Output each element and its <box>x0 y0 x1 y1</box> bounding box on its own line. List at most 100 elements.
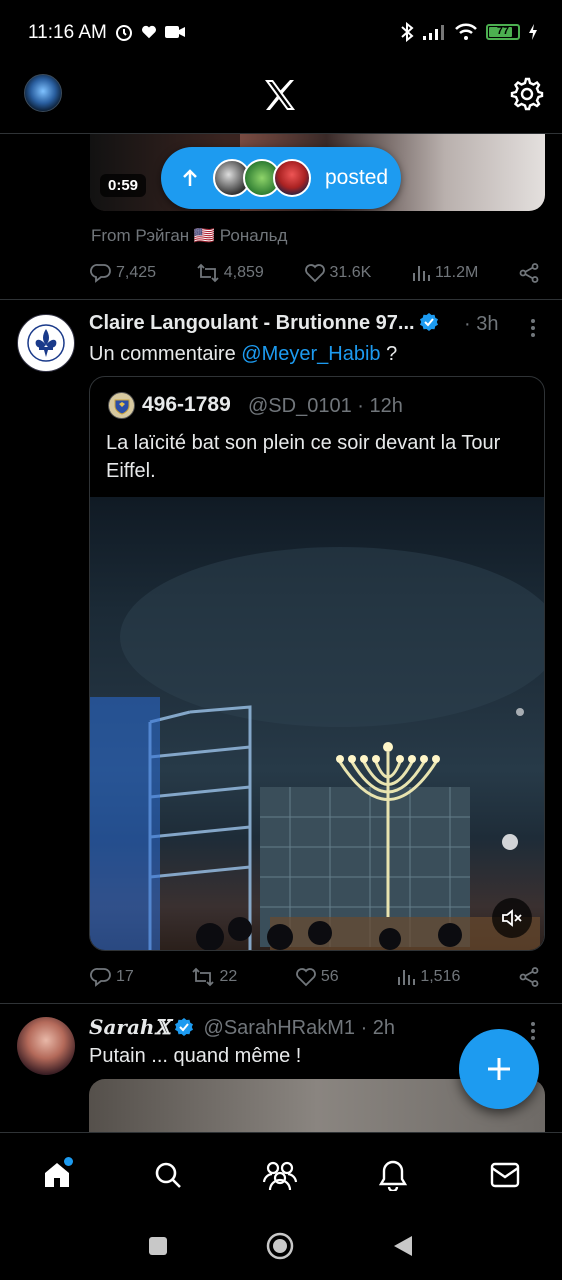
share-icon <box>519 967 539 987</box>
like-count: 56 <box>320 968 339 985</box>
mail-icon <box>490 1162 520 1188</box>
system-navigation-bar <box>0 1212 562 1280</box>
post-divider <box>0 1003 562 1004</box>
pill-avatar <box>273 159 311 197</box>
like-count: 31.6K <box>329 264 372 281</box>
views-button[interactable]: 1,516 <box>396 967 460 987</box>
compose-post-button[interactable] <box>459 1029 539 1109</box>
bell-icon <box>378 1160 408 1191</box>
heart-icon <box>141 25 157 39</box>
video-frame <box>90 547 544 950</box>
search-icon <box>155 1162 181 1188</box>
quote-author-name: 496-1789 <box>142 393 231 416</box>
views-chart-icon <box>413 266 431 281</box>
post3-author-line[interactable]: Sarah𝕏 @SarahHRakM1 · 2h <box>89 1015 395 1040</box>
video-duration-badge: 0:59 <box>100 174 147 197</box>
post3-text: Putain ... quand même ! <box>89 1045 302 1067</box>
profile-avatar[interactable] <box>24 74 62 112</box>
square-icon <box>149 1237 167 1255</box>
signal-icon <box>423 25 444 40</box>
share-button[interactable] <box>518 966 540 988</box>
speaker-muted-icon <box>502 909 522 927</box>
quote-author-avatar <box>108 392 135 419</box>
gear-icon <box>510 77 544 111</box>
post2-text: Un commentaire @Meyer_Habib ? <box>89 343 398 365</box>
coat-of-arms-icon <box>114 399 129 415</box>
share-button[interactable] <box>518 262 540 284</box>
post3-time: 2h <box>372 1017 396 1039</box>
post2-time: · 3h <box>464 313 499 335</box>
repost-icon <box>192 967 215 987</box>
like-button[interactable]: 31.6K <box>304 262 372 284</box>
alarm-icon <box>116 25 132 41</box>
posted-label: posted <box>325 166 389 189</box>
battery-indicator: 77 <box>486 24 520 40</box>
repost-icon <box>197 263 219 283</box>
back-button[interactable] <box>392 1234 414 1258</box>
status-time: 11:16 AM <box>28 22 107 43</box>
reply-icon <box>90 264 111 283</box>
nav-home[interactable] <box>37 1155 77 1195</box>
post1-from-line: From Рэйган 🇺🇸 Рональд <box>91 226 288 245</box>
nav-search[interactable] <box>148 1155 188 1195</box>
mention-link[interactable]: @Meyer_Habib <box>241 343 380 365</box>
post1-actions: 7,425 4,859 31.6K 11.2M <box>90 262 540 284</box>
heart-outline-icon <box>295 968 316 987</box>
quoted-post[interactable]: 496-1789 @SD_0101 · 12h La laïcité bat s… <box>89 376 545 951</box>
wifi-icon <box>455 23 477 40</box>
quote-author-meta: @SD_0101 · 12h <box>248 395 403 417</box>
views-chart-icon <box>398 970 416 985</box>
video-camera-icon <box>165 26 185 38</box>
reply-count: 7,425 <box>116 264 157 281</box>
post2-author-name[interactable]: Claire Langoulant - Brutionne 97... <box>89 312 439 335</box>
circle-icon <box>266 1232 294 1260</box>
repost-count: 22 <box>219 968 238 985</box>
plus-icon <box>488 1058 510 1080</box>
post2-author-avatar[interactable] <box>17 314 75 372</box>
repost-button[interactable]: 4,859 <box>196 262 264 284</box>
post2-actions: 17 22 56 1,516 <box>90 966 540 988</box>
reply-button[interactable]: 17 <box>90 966 134 988</box>
triangle-back-icon <box>394 1236 412 1256</box>
fleur-de-lis-icon <box>27 324 65 362</box>
post2-more-button[interactable] <box>530 318 536 338</box>
nav-communities[interactable] <box>260 1155 300 1195</box>
views-button[interactable]: 11.2M <box>411 263 478 283</box>
more-vertical-icon <box>531 319 535 337</box>
settings-button[interactable] <box>510 77 544 111</box>
mute-button[interactable] <box>492 898 532 938</box>
more-vertical-icon <box>531 1022 535 1040</box>
like-button[interactable]: 56 <box>295 966 339 988</box>
share-icon <box>519 263 539 283</box>
battery-percent: 77 <box>496 25 510 37</box>
views-count: 1,516 <box>420 968 461 985</box>
bluetooth-icon <box>401 22 414 42</box>
quote-video[interactable] <box>90 497 544 950</box>
reply-count: 17 <box>116 968 134 985</box>
repost-count: 4,859 <box>223 264 264 281</box>
verified-badge-icon <box>419 313 438 331</box>
post3-handle: @SarahHRakM1 <box>203 1017 355 1039</box>
x-logo[interactable] <box>262 78 298 112</box>
post-divider <box>0 299 562 300</box>
home-system-button[interactable] <box>266 1232 294 1260</box>
views-count: 11.2M <box>435 264 479 281</box>
verified-badge-icon <box>174 1018 193 1036</box>
post3-author-name: Sarah𝕏 <box>89 1015 170 1039</box>
heart-outline-icon <box>304 264 325 283</box>
notification-dot <box>64 1157 73 1166</box>
reply-button[interactable]: 7,425 <box>90 262 156 284</box>
post3-author-avatar[interactable] <box>17 1017 75 1075</box>
communities-icon <box>262 1161 298 1191</box>
nav-notifications[interactable] <box>373 1155 413 1195</box>
charging-icon <box>529 24 537 40</box>
arrow-up-icon <box>183 169 197 186</box>
status-bar: 11:16 AM 77 <box>0 0 562 66</box>
repost-button[interactable]: 22 <box>191 966 237 988</box>
nav-messages[interactable] <box>485 1155 525 1195</box>
app-header <box>0 66 562 134</box>
new-posts-pill[interactable]: posted <box>161 147 401 209</box>
quote-text: La laïcité bat son plein ce soir devant … <box>106 432 501 482</box>
post3-more-button[interactable] <box>530 1021 536 1041</box>
recents-button[interactable] <box>148 1236 168 1256</box>
